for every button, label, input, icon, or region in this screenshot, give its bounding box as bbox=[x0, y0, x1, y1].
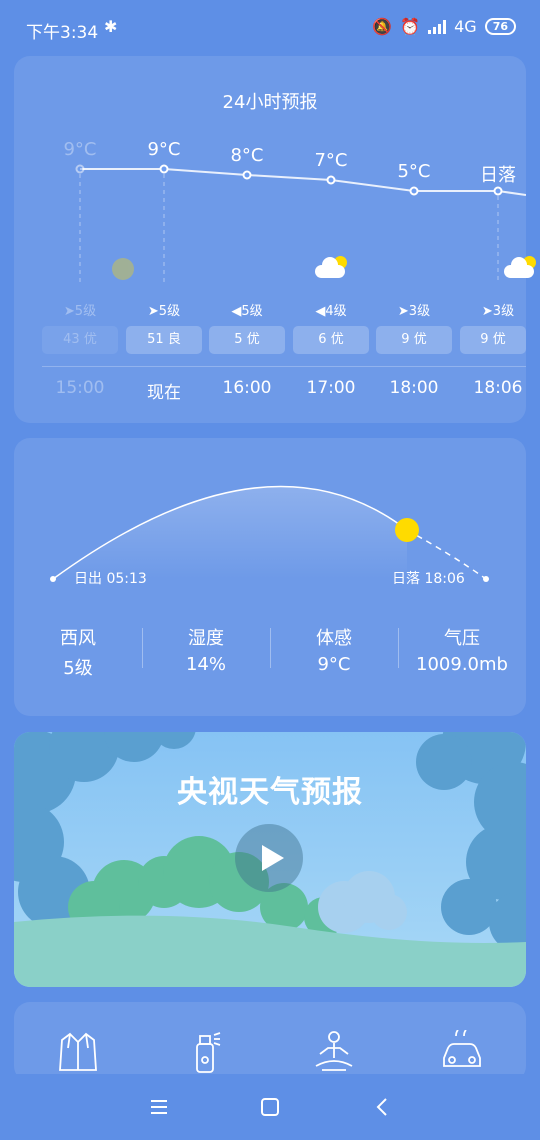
hourly-temp: 日落 bbox=[480, 165, 516, 186]
stat-label: 西风 bbox=[60, 628, 96, 649]
sunset-point bbox=[483, 576, 489, 582]
stat-label: 气压 bbox=[444, 628, 480, 649]
stat-humidity: 湿度 14% bbox=[142, 624, 270, 680]
divider bbox=[42, 366, 526, 367]
stat-value: 1009.0mb bbox=[416, 654, 508, 675]
stat-feels-like: 体感 9°C bbox=[270, 624, 398, 680]
hourly-aqi: 9 优 bbox=[460, 326, 526, 354]
hourly-time: 16:00 bbox=[222, 378, 272, 398]
lifestyle-tips-card bbox=[14, 1002, 526, 1082]
sunrise-label: 日出 05:13 bbox=[74, 571, 147, 587]
stat-value: 14% bbox=[185, 654, 226, 675]
signal-icon bbox=[428, 19, 447, 34]
video-title: 央视天气预报 bbox=[177, 775, 363, 810]
hourly-aqi: 6 优 bbox=[293, 326, 369, 354]
hourly-time: 15:00 bbox=[55, 378, 105, 398]
mute-icon: 🔕 bbox=[372, 17, 393, 36]
car-wash-icon[interactable] bbox=[440, 1029, 484, 1074]
menu-icon[interactable] bbox=[146, 1094, 172, 1120]
temp-point bbox=[242, 170, 252, 180]
hourly-temp: 7°C bbox=[314, 150, 348, 171]
hourly-wind: ➤3级 bbox=[481, 304, 515, 319]
exercise-icon[interactable] bbox=[312, 1030, 356, 1074]
temp-point bbox=[493, 186, 503, 196]
temp-point bbox=[409, 186, 419, 196]
home-icon[interactable] bbox=[257, 1094, 283, 1120]
alarm-icon: ⏰ bbox=[400, 17, 421, 36]
sunset-label: 日落 18:06 bbox=[392, 571, 465, 587]
stat-value: 5级 bbox=[63, 658, 93, 679]
temp-point bbox=[75, 164, 85, 174]
network-type: 4G bbox=[454, 17, 477, 36]
hourly-temp: 9°C bbox=[63, 139, 97, 160]
hourly-time: 18:06 bbox=[473, 378, 523, 398]
status-time: 下午3:34 bbox=[26, 23, 99, 43]
hourly-forecast-card[interactable]: 24小时预报 9°C ➤5级 43 优 15:00 9°C ➤5级 51 良 现… bbox=[14, 56, 536, 423]
play-button[interactable] bbox=[235, 824, 303, 892]
hourly-aqi: 9 优 bbox=[376, 326, 452, 354]
weather-stats: 西风 5级 湿度 14% 体感 9°C 气压 1009.0mb bbox=[14, 624, 526, 680]
bluetooth-icon: ✱ bbox=[104, 17, 118, 36]
stat-label: 湿度 bbox=[188, 628, 224, 649]
hourly-temp: 5°C bbox=[397, 161, 431, 182]
status-bar: 下午3:34 ✱ 🔕 ⏰ 4G 76 bbox=[0, 0, 540, 58]
hourly-wind: ➤5级 bbox=[147, 304, 181, 319]
sun-details-card: 日出 05:13 日落 18:06 西风 5级 湿度 14% 体感 9°C 气压… bbox=[14, 438, 526, 716]
hourly-aqi: 5 优 bbox=[209, 326, 285, 354]
partly-cloudy-icon bbox=[315, 256, 347, 278]
temp-point bbox=[159, 164, 169, 174]
hourly-time: 18:00 bbox=[389, 378, 439, 398]
stat-wind: 西风 5级 bbox=[14, 624, 142, 680]
hourly-time: 现在 bbox=[147, 383, 181, 403]
hourly-wind: ➤3级 bbox=[397, 304, 431, 319]
temp-point bbox=[326, 175, 336, 185]
clothing-icon[interactable] bbox=[56, 1030, 100, 1074]
sun-icon bbox=[395, 518, 419, 542]
stat-value: 9°C bbox=[317, 654, 351, 675]
sunrise-point bbox=[50, 576, 56, 582]
stat-label: 体感 bbox=[316, 628, 352, 649]
hourly-wind: ◀5级 bbox=[231, 304, 263, 319]
partly-cloudy-icon bbox=[504, 256, 536, 278]
hourly-temp: 8°C bbox=[230, 145, 264, 166]
cctv-weather-video-card[interactable]: 央视天气预报 bbox=[14, 732, 526, 987]
sun-icon bbox=[112, 258, 134, 280]
battery-icon: 76 bbox=[484, 18, 516, 35]
system-nav-bar bbox=[0, 1074, 540, 1140]
stat-pressure: 气压 1009.0mb bbox=[398, 624, 526, 680]
back-icon[interactable] bbox=[370, 1094, 396, 1120]
hourly-time: 17:00 bbox=[306, 378, 356, 398]
hourly-wind: ➤5级 bbox=[63, 304, 97, 319]
hourly-temp: 9°C bbox=[147, 139, 181, 160]
hourly-aqi: 43 优 bbox=[42, 326, 118, 354]
hourly-aqi: 51 良 bbox=[126, 326, 202, 354]
hourly-wind: ◀4级 bbox=[315, 304, 347, 319]
spray-icon[interactable] bbox=[184, 1030, 228, 1074]
